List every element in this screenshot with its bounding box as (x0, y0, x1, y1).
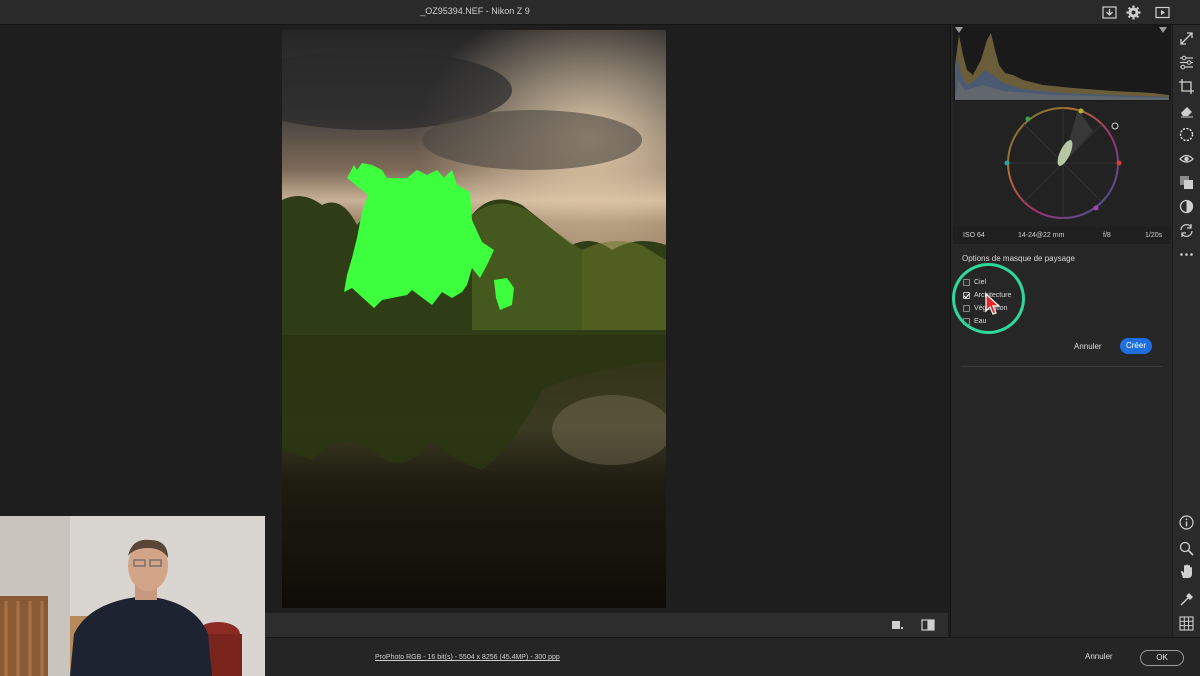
mask-cancel-button[interactable]: Annuler (1074, 342, 1102, 351)
hand-icon[interactable] (1178, 563, 1195, 580)
cancel-button[interactable]: Annuler (1085, 652, 1113, 661)
exif-iso: ISO 64 (963, 232, 985, 239)
layers-icon[interactable] (1178, 174, 1195, 191)
photo-preview[interactable] (282, 30, 666, 608)
exif-info: ISO 64 14-24@22 mm f/8 1/20s (953, 227, 1171, 244)
webcam-overlay (0, 516, 265, 676)
info-icon[interactable] (1178, 514, 1195, 531)
play-icon[interactable] (1154, 4, 1171, 21)
exif-shutter: 1/20s (1145, 232, 1163, 239)
right-toolbar (1173, 25, 1200, 637)
mask-create-button[interactable]: Créer (1120, 338, 1152, 354)
more-icon[interactable] (1178, 246, 1195, 263)
adjust-sliders-icon[interactable] (1178, 54, 1195, 71)
download-icon[interactable] (1101, 4, 1118, 21)
grid-icon[interactable] (1178, 615, 1195, 632)
crop-icon[interactable] (1178, 78, 1195, 95)
before-after-icon[interactable] (921, 619, 935, 631)
color-wheel-scope (953, 101, 1171, 227)
workflow-options-link[interactable]: ProPhoto RGB - 16 bit(s) - 5504 x 8256 (… (375, 654, 560, 661)
eyedropper-icon[interactable] (1178, 591, 1195, 608)
window-title: _OZ95394.NEF - Nikon Z 9 (420, 6, 530, 16)
ok-button[interactable]: OK (1140, 650, 1184, 666)
redeye-icon[interactable] (1178, 150, 1195, 167)
sync-icon[interactable] (1178, 222, 1195, 239)
eraser-icon[interactable] (1178, 102, 1195, 119)
masking-icon[interactable] (1178, 126, 1195, 143)
view-options-strip (265, 613, 948, 637)
exif-lens: 14-24@22 mm (1018, 232, 1065, 239)
cursor-pointer-icon (985, 293, 1000, 315)
presets-icon[interactable] (1178, 198, 1195, 215)
zoom-icon[interactable] (1178, 540, 1195, 557)
histogram (953, 25, 1171, 101)
divider (961, 366, 1163, 367)
expand-icon[interactable] (1178, 30, 1195, 47)
gear-icon[interactable] (1125, 4, 1142, 21)
exif-aperture: f/8 (1103, 232, 1111, 239)
mask-options-title: Options de masque de paysage (962, 254, 1075, 263)
view-mode-icon[interactable] (890, 619, 904, 631)
title-bar: _OZ95394.NEF - Nikon Z 9 (0, 0, 1200, 25)
